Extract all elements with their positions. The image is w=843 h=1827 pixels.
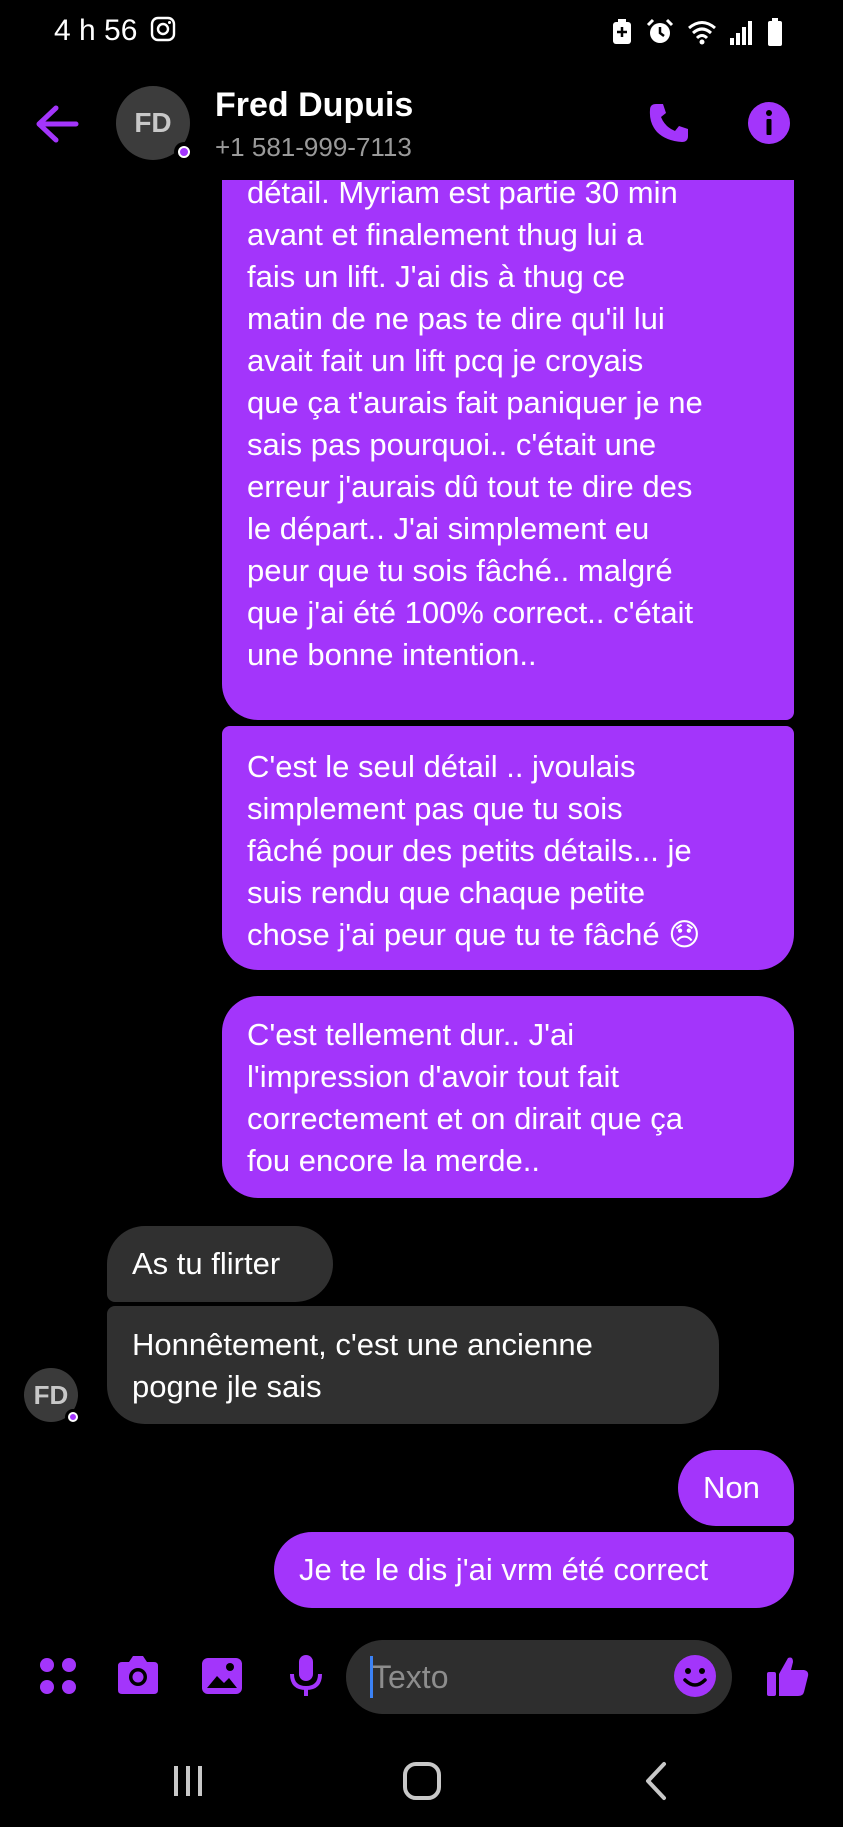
camera-icon[interactable]: [114, 1652, 162, 1700]
message-text: Je te le dis j'ai vrm été correct: [299, 1552, 709, 1587]
message-input-container[interactable]: [346, 1640, 732, 1714]
menu-dots-icon[interactable]: [34, 1652, 82, 1700]
status-time: 4 h 56: [54, 14, 138, 47]
signal-icon: [730, 21, 752, 45]
message-text: C'est tellement dur.. J'ai l'impression …: [247, 1017, 683, 1178]
alarm-icon: [646, 18, 674, 43]
contact-name[interactable]: Fred Dupuis: [215, 86, 413, 125]
back-arrow-icon[interactable]: [34, 104, 80, 144]
home-icon[interactable]: [392, 1758, 452, 1804]
contact-avatar-small[interactable]: FD: [24, 1368, 81, 1425]
phone-call-icon[interactable]: [646, 100, 692, 146]
message-text: C'est le seul détail .. jvoulais simplem…: [247, 749, 701, 952]
gallery-icon[interactable]: [198, 1652, 246, 1700]
message-text: insister, j'ai uniquement caché un détai…: [247, 133, 703, 672]
instagram-icon: [150, 16, 176, 42]
battery-icon: [768, 18, 782, 46]
microphone-icon[interactable]: [282, 1652, 330, 1700]
message-bubble-outgoing[interactable]: Non: [678, 1450, 794, 1526]
text-cursor: [370, 1656, 373, 1698]
messenger-badge-icon: [174, 142, 194, 162]
recent-apps-icon[interactable]: [158, 1758, 218, 1804]
message-text: As tu flirter: [132, 1246, 281, 1281]
conversation-header: FD Fred Dupuis +1 581-999-7113: [0, 64, 843, 180]
message-text: Non: [703, 1470, 760, 1505]
message-bubble-outgoing[interactable]: Je te le dis j'ai vrm été correct: [274, 1532, 794, 1608]
message-composer: [0, 1636, 843, 1716]
message-bubble-outgoing[interactable]: insister, j'ai uniquement caché un détai…: [222, 130, 794, 720]
message-bubble-incoming[interactable]: Honnêtement, c'est une ancienne pogne jl…: [107, 1306, 719, 1424]
message-text: Honnêtement, c'est une ancienne pogne jl…: [132, 1327, 593, 1404]
info-icon[interactable]: [746, 100, 792, 146]
message-bubble-outgoing[interactable]: C'est le seul détail .. jvoulais simplem…: [222, 726, 794, 970]
message-bubble-outgoing[interactable]: C'est tellement dur.. J'ai l'impression …: [222, 996, 794, 1198]
system-navigation-bar: [0, 1740, 843, 1827]
messenger-badge-icon: [65, 1409, 81, 1425]
avatar-initials: FD: [134, 107, 172, 138]
thumbs-up-icon[interactable]: [764, 1652, 812, 1700]
message-input[interactable]: [372, 1640, 652, 1714]
message-bubble-incoming[interactable]: As tu flirter: [107, 1226, 333, 1302]
wifi-icon: [688, 21, 716, 45]
back-nav-icon[interactable]: [628, 1758, 688, 1804]
emoji-icon[interactable]: [672, 1653, 718, 1699]
avatar-initials: FD: [33, 1379, 69, 1410]
status-bar: 4 h 56: [0, 0, 843, 64]
contact-phone: +1 581-999-7113: [215, 132, 412, 162]
battery-saver-icon: [613, 19, 631, 44]
contact-avatar[interactable]: FD: [116, 86, 194, 162]
status-icons: [611, 16, 783, 48]
